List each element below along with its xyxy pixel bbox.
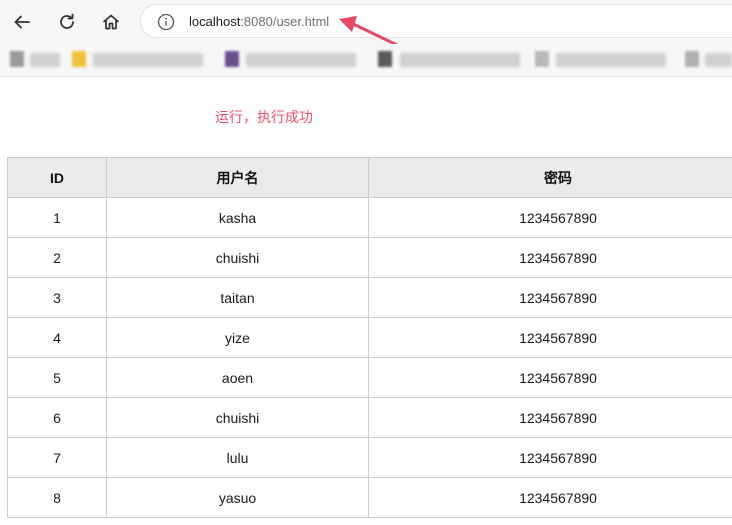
table-row: 3 taitan 1234567890 bbox=[7, 277, 732, 318]
arrow-left-icon bbox=[14, 15, 30, 29]
table-row: 1 kasha 1234567890 bbox=[7, 197, 732, 238]
home-icon bbox=[103, 14, 119, 30]
bookmark-icon[interactable] bbox=[685, 51, 699, 67]
cell-id: 6 bbox=[7, 397, 107, 438]
user-table: ID 用户名 密码 1 kasha 1234567890 2 chuishi 1… bbox=[7, 157, 732, 518]
header-password: 密码 bbox=[368, 157, 732, 198]
bookmark-item[interactable] bbox=[246, 53, 356, 67]
cell-password: 1234567890 bbox=[368, 237, 732, 278]
header-username: 用户名 bbox=[106, 157, 369, 198]
bookmark-item[interactable] bbox=[556, 53, 666, 67]
table-row: 5 aoen 1234567890 bbox=[7, 357, 732, 398]
url-path: :8080/user.html bbox=[240, 14, 330, 29]
cell-username: taitan bbox=[106, 277, 369, 318]
cell-id: 1 bbox=[7, 197, 107, 238]
cell-password: 1234567890 bbox=[368, 197, 732, 238]
cell-username: kasha bbox=[106, 197, 369, 238]
cell-username: chuishi bbox=[106, 237, 369, 278]
table-row: 7 lulu 1234567890 bbox=[7, 437, 732, 478]
bookmark-icon[interactable] bbox=[535, 51, 549, 67]
bookmarks-bar bbox=[0, 44, 732, 77]
page-content: 运行，执行成功 ID 用户名 密码 1 kasha 1234567890 2 c… bbox=[0, 77, 732, 525]
cell-password: 1234567890 bbox=[368, 477, 732, 518]
bookmark-item[interactable] bbox=[93, 53, 203, 67]
reload-icon bbox=[60, 13, 74, 29]
bookmark-item[interactable] bbox=[705, 53, 732, 67]
table-row: 6 chuishi 1234567890 bbox=[7, 397, 732, 438]
cell-password: 1234567890 bbox=[368, 317, 732, 358]
cell-password: 1234567890 bbox=[368, 397, 732, 438]
browser-toolbar: localhost:8080/user.html bbox=[0, 0, 732, 70]
cell-id: 2 bbox=[7, 237, 107, 278]
header-id: ID bbox=[7, 157, 107, 198]
info-icon[interactable] bbox=[157, 13, 175, 31]
cell-username: aoen bbox=[106, 357, 369, 398]
cell-id: 7 bbox=[7, 437, 107, 478]
bookmark-item[interactable] bbox=[30, 53, 60, 67]
bookmark-item[interactable] bbox=[400, 53, 520, 67]
table-row: 4 yize 1234567890 bbox=[7, 317, 732, 358]
url-host: localhost bbox=[189, 14, 241, 29]
cell-password: 1234567890 bbox=[368, 437, 732, 478]
cell-password: 1234567890 bbox=[368, 357, 732, 398]
table-row: 2 chuishi 1234567890 bbox=[7, 237, 732, 278]
cell-username: chuishi bbox=[106, 397, 369, 438]
cell-username: lulu bbox=[106, 437, 369, 478]
bookmark-icon[interactable] bbox=[225, 51, 239, 67]
cell-id: 3 bbox=[7, 277, 107, 318]
cell-username: yize bbox=[106, 317, 369, 358]
success-message: 运行，执行成功 bbox=[215, 109, 313, 125]
table-row: 8 yasuo 1234567890 bbox=[7, 477, 732, 518]
cell-password: 1234567890 bbox=[368, 277, 732, 318]
bookmark-icon[interactable] bbox=[378, 51, 392, 67]
bookmark-icon[interactable] bbox=[10, 51, 24, 67]
home-button[interactable] bbox=[99, 10, 123, 34]
table-header-row: ID 用户名 密码 bbox=[7, 157, 732, 198]
url-text[interactable]: localhost:8080/user.html bbox=[189, 14, 329, 29]
cell-id: 5 bbox=[7, 357, 107, 398]
bookmark-icon[interactable] bbox=[72, 51, 86, 67]
back-button[interactable] bbox=[10, 10, 34, 34]
cell-id: 8 bbox=[7, 477, 107, 518]
cell-username: yasuo bbox=[106, 477, 369, 518]
reload-button[interactable] bbox=[55, 10, 79, 34]
cell-id: 4 bbox=[7, 317, 107, 358]
